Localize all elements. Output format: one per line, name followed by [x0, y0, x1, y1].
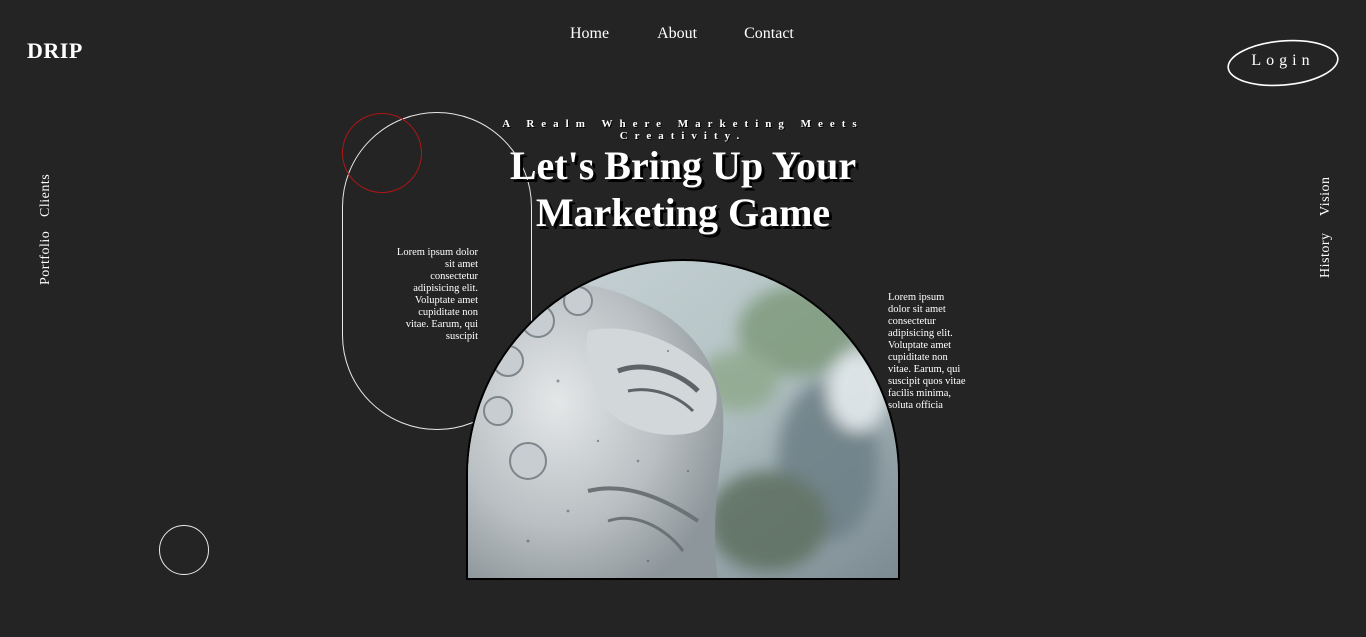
lion-statue-image [468, 261, 898, 578]
hero-headline-line2: Marketing Game [535, 190, 831, 235]
side-nav-right: History Vision [1318, 170, 1334, 278]
side-nav-vision[interactable]: Vision [1318, 177, 1334, 217]
hero-blurb-left: Lorem ipsum dolor sit amet consectetur a… [396, 247, 478, 342]
hero-headline-line1: Let's Bring Up Your [509, 143, 857, 188]
hero-tagline: A Realm Where Marketing Meets Creativity… [502, 118, 864, 142]
nav-home-link[interactable]: Home [570, 25, 609, 43]
side-nav-history[interactable]: History [1318, 233, 1334, 279]
login-button[interactable]: Login [1226, 39, 1340, 87]
side-nav-portfolio[interactable]: Portfolio [38, 231, 54, 285]
login-label: Login [1251, 52, 1315, 69]
brand-logo[interactable]: DRIP [27, 38, 83, 64]
decorative-red-circle [342, 113, 422, 193]
main-nav: Home About Contact [570, 25, 794, 43]
hero-headline: Let's Bring Up Your Marketing Game [443, 142, 923, 236]
nav-about-link[interactable]: About [657, 25, 697, 43]
hero-blurb-right: Lorem ipsum dolor sit amet consectetur a… [888, 292, 966, 411]
side-nav-clients[interactable]: Clients [38, 174, 54, 217]
nav-contact-link[interactable]: Contact [744, 25, 794, 43]
side-nav-left: Portfolio Clients [38, 165, 54, 285]
decorative-white-circle [159, 525, 209, 575]
